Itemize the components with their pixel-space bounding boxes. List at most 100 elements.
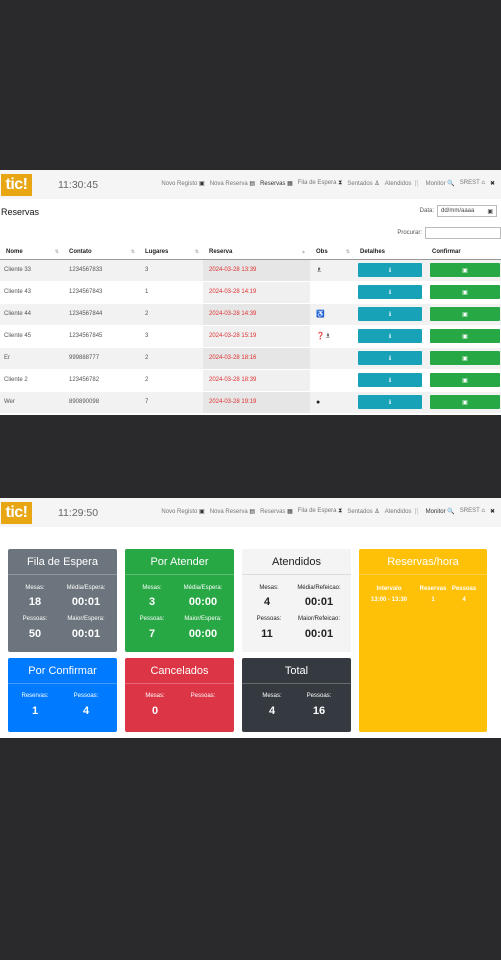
nav-item-atendidos[interactable]: Atendidos 🍴: [385, 508, 421, 515]
maior-value: 00:01: [304, 628, 334, 640]
cell-contato: 123456782: [63, 369, 139, 392]
table-row: Cliente 43 1234567843 1 2024-03-28 14:19 ℹ ▣: [0, 281, 501, 304]
nav-item-sentados[interactable]: Sentados ♙: [347, 508, 379, 515]
nav-item-srest[interactable]: SREST ⌂: [460, 180, 485, 187]
col-pessoas: Pessoas: [451, 586, 477, 592]
details-button[interactable]: ℹ: [358, 395, 422, 409]
maior-value: 00:00: [188, 628, 218, 640]
details-button[interactable]: ℹ: [358, 285, 422, 299]
calendar-icon[interactable]: ▣: [487, 208, 493, 215]
confirm-button[interactable]: ▣: [430, 373, 500, 387]
nav-item-monitor[interactable]: Monitor 🔍: [426, 508, 455, 515]
nav-item-reservas[interactable]: Reservas ▦: [260, 508, 293, 515]
nav-item-srest[interactable]: SREST ⌂: [460, 508, 485, 515]
cell-obs: [310, 347, 354, 370]
mesas-label: Mesas:: [262, 693, 282, 699]
date-input[interactable]: dd/mm/aaaa ▣: [437, 205, 497, 217]
confirm-button[interactable]: ▣: [430, 307, 500, 321]
maior-value: 00:01: [71, 628, 101, 640]
nav-item-sentados[interactable]: Sentados ♙: [347, 180, 379, 187]
nav-item-label: Nova Reserva: [209, 509, 248, 515]
cell-obs: ♗: [310, 259, 354, 282]
col-header-label: Contato: [69, 248, 92, 255]
cell-obs: [310, 369, 354, 392]
cell-detalhes: ℹ: [354, 369, 426, 392]
nav-item-fila-de-espera[interactable]: Fila de Espera ⧗: [298, 180, 343, 187]
nav-item-nova-reserva[interactable]: Nova Reserva ▤: [210, 180, 255, 187]
cell-reserva: 2024-03-28 18:39: [203, 369, 310, 392]
nav-item-label: Sentados: [347, 509, 373, 515]
nav-item-novo-registo[interactable]: Novo Registo ▣: [161, 508, 204, 515]
mesas-label: Mesas:: [145, 693, 165, 699]
sort-icon[interactable]: ⇅: [55, 249, 59, 255]
nav-item-close[interactable]: ✖: [490, 180, 495, 187]
nav-item-nova-reserva[interactable]: Nova Reserva ▤: [210, 508, 255, 515]
confirm-button[interactable]: ▣: [430, 329, 500, 343]
confirm-button[interactable]: ▣: [430, 395, 500, 409]
details-button[interactable]: ℹ: [358, 263, 422, 277]
col-header-label: Nome: [6, 248, 23, 255]
nav-item-fila-de-espera[interactable]: Fila de Espera ⧗: [298, 508, 343, 515]
col-header-detalhes[interactable]: Detalhes: [354, 245, 426, 260]
cell-detalhes: ℹ: [354, 325, 426, 348]
details-button[interactable]: ℹ: [358, 373, 422, 387]
confirm-button[interactable]: ▣: [430, 263, 500, 277]
card-title: Total: [242, 658, 351, 684]
cell-reserva: 2024-03-28 14:39: [203, 303, 310, 326]
media-label: Média/Espera:: [66, 585, 106, 591]
nav-item-reservas[interactable]: Reservas ▦: [260, 180, 293, 187]
cell-reserva: 2024-03-28 18:16: [203, 347, 310, 370]
media-label: Média/Espera:: [183, 585, 223, 591]
maior-label: Maior/Espera:: [184, 616, 222, 622]
sort-icon[interactable]: ▲: [301, 249, 306, 255]
nav-item-label: Reservas: [260, 509, 286, 515]
card-fila-espera: Fila de Espera Mesas: Média/Espera: 18 0…: [8, 549, 117, 652]
details-button[interactable]: ℹ: [358, 329, 422, 343]
col-header-label: Confirmar: [432, 248, 461, 255]
col-header-lugares[interactable]: Lugares ⇅: [139, 245, 203, 260]
cell-contato: 1234567844: [63, 303, 139, 326]
media-value: 00:00: [188, 596, 218, 608]
col-header-label: Detalhes: [360, 248, 386, 255]
details-button[interactable]: ℹ: [358, 351, 422, 365]
cell-nome: Cliente 33: [0, 259, 63, 282]
cell-nome: Cliente 2: [0, 369, 63, 392]
srest-icon: ⌂: [481, 508, 485, 514]
nav-item-atendidos[interactable]: Atendidos 🍴: [385, 180, 421, 187]
monitor-icon: 🔍: [447, 181, 455, 187]
atendidos-icon: 🍴: [413, 181, 421, 187]
search-input[interactable]: [425, 227, 501, 239]
col-header-contato[interactable]: Contato ⇅: [63, 245, 139, 260]
col-header-confirmar[interactable]: Confirmar: [426, 245, 501, 260]
logo[interactable]: tic!: [1, 501, 32, 524]
col-header-nome[interactable]: Nome ⇅: [0, 245, 63, 260]
logo[interactable]: tic!: [1, 173, 32, 196]
col-header-reserva[interactable]: Reserva ▲: [203, 245, 310, 260]
nav-item-monitor[interactable]: Monitor 🔍: [426, 180, 455, 187]
pessoas-value: 50: [28, 628, 42, 640]
date-label: Data:: [419, 208, 434, 214]
monitor-icon: 🔍: [447, 509, 455, 515]
cell-reserva: 2024-03-28 19:19: [203, 391, 310, 414]
reservas-icon: ▦: [287, 181, 293, 187]
nav-item-label: Fila de Espera: [297, 508, 337, 514]
col-header-obs[interactable]: Obs ⇅: [310, 245, 354, 260]
cell-lugares: 3: [139, 259, 203, 282]
pessoas-value: 11: [261, 628, 273, 640]
details-button[interactable]: ℹ: [358, 307, 422, 321]
maior-label: Maior/Espera:: [67, 616, 105, 622]
nav-item-novo-registo[interactable]: Novo Registo ▣: [161, 180, 204, 187]
pessoas-value: 7: [148, 628, 156, 640]
table-row: Cliente 44 1234567844 2 2024-03-28 14:39 ♿ ℹ ▣: [0, 303, 501, 326]
cell-nome: Wer: [0, 391, 63, 414]
confirm-button[interactable]: ▣: [430, 285, 500, 299]
table-row: Cliente 45 1234567845 3 2024-03-28 15:19 ❓♗ ℹ…: [0, 325, 501, 348]
confirm-button[interactable]: ▣: [430, 351, 500, 365]
sort-icon[interactable]: ⇅: [131, 249, 135, 255]
cell-confirmar: ▣: [426, 391, 501, 414]
sort-icon[interactable]: ⇅: [195, 249, 199, 255]
card-title: Cancelados: [125, 658, 234, 684]
nav-item-close[interactable]: ✖: [490, 508, 495, 515]
cell-reservas: 1: [431, 597, 435, 603]
sort-icon[interactable]: ⇅: [346, 249, 350, 255]
